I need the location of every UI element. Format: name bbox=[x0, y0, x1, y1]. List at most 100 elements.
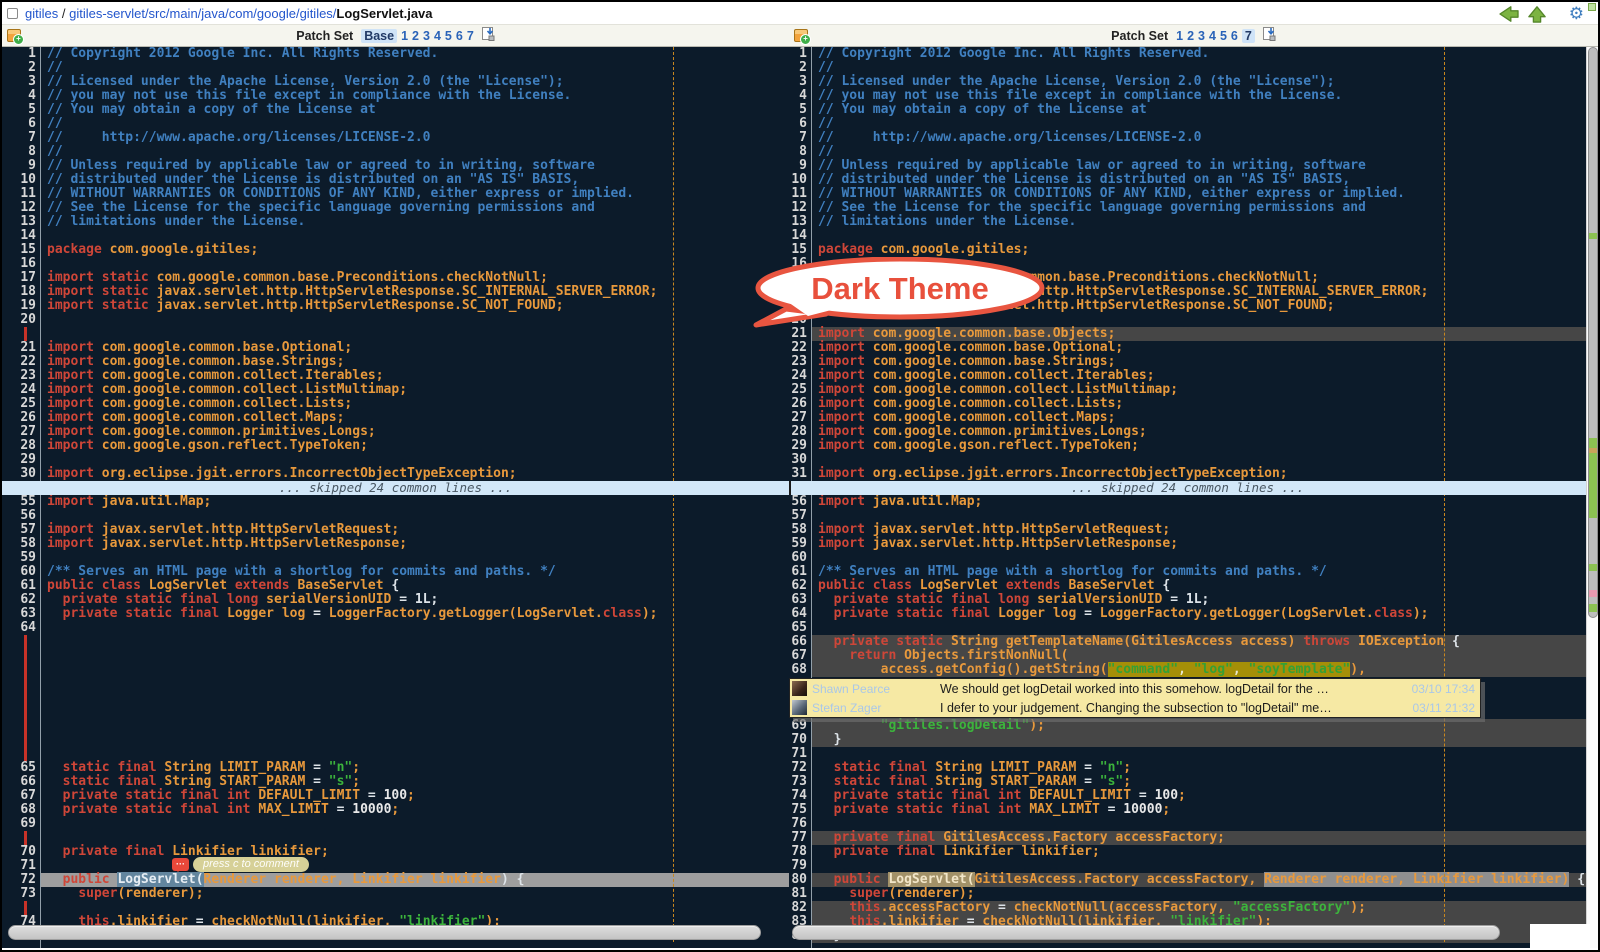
line-number[interactable]: 72 bbox=[789, 761, 807, 775]
code-row[interactable]: 30import org.eclipse.jgit.errors.Incorre… bbox=[2, 467, 789, 481]
code-row[interactable]: 70 private final Linkifier linkifier; bbox=[2, 845, 789, 859]
code-row[interactable]: 22import com.google.common.base.Strings; bbox=[2, 355, 789, 369]
code-row[interactable]: 55import java.util.Map; bbox=[2, 495, 789, 509]
patchset-link-right-7[interactable]: 7 bbox=[1242, 29, 1255, 43]
line-number[interactable]: 1 bbox=[789, 47, 807, 61]
code-row[interactable]: 64 bbox=[2, 621, 789, 635]
gear-icon[interactable]: ⚙ bbox=[1569, 6, 1584, 23]
line-number[interactable]: 65 bbox=[789, 621, 807, 635]
line-number[interactable]: 4 bbox=[789, 89, 807, 103]
code-row[interactable]: 15package com.google.gitiles; bbox=[2, 243, 789, 257]
line-number[interactable]: 13 bbox=[789, 215, 807, 229]
code-row[interactable]: 21import com.google.common.base.Optional… bbox=[2, 341, 789, 355]
line-number[interactable]: 20 bbox=[789, 313, 807, 327]
code-row[interactable]: 17import static com.google.common.base.P… bbox=[789, 271, 1586, 285]
download-icon[interactable] bbox=[1262, 27, 1276, 44]
code-row[interactable]: 66 private static String getTemplateName… bbox=[789, 635, 1586, 649]
patchset-link-right-6[interactable]: 6 bbox=[1231, 29, 1238, 43]
line-number[interactable]: 73 bbox=[789, 775, 807, 789]
line-number[interactable]: 79 bbox=[789, 859, 807, 873]
code-row[interactable]: 5// You may obtain a copy of the License… bbox=[2, 103, 789, 117]
line-number[interactable]: 23 bbox=[2, 369, 36, 383]
skipped-lines-banner[interactable]: ... skipped 24 common lines ... bbox=[789, 481, 1586, 495]
line-number[interactable]: 75 bbox=[789, 803, 807, 817]
expand-files-icon[interactable] bbox=[794, 29, 808, 42]
line-number[interactable]: 9 bbox=[2, 159, 36, 173]
code-row[interactable]: 14 bbox=[789, 229, 1586, 243]
line-number[interactable]: 2 bbox=[789, 61, 807, 75]
line-number[interactable]: 57 bbox=[2, 523, 36, 537]
code-row[interactable]: 72 public LogServlet(Renderer renderer, … bbox=[2, 873, 789, 887]
line-number[interactable]: 61 bbox=[789, 565, 807, 579]
code-row[interactable]: 9// Unless required by applicable law or… bbox=[789, 159, 1586, 173]
code-row[interactable]: 61/** Serves an HTML page with a shortlo… bbox=[789, 565, 1586, 579]
line-number[interactable]: 66 bbox=[2, 775, 36, 789]
code-row[interactable]: 15package com.google.gitiles; bbox=[789, 243, 1586, 257]
line-number[interactable]: 28 bbox=[2, 439, 36, 453]
code-row[interactable]: 29import com.google.gson.reflect.TypeTok… bbox=[789, 439, 1586, 453]
patchset-link-right-5[interactable]: 5 bbox=[1220, 29, 1227, 43]
code-row[interactable]: 30 bbox=[789, 453, 1586, 467]
code-row[interactable]: 16 bbox=[789, 257, 1586, 271]
line-number[interactable]: 23 bbox=[789, 355, 807, 369]
code-row[interactable]: 76 bbox=[789, 817, 1586, 831]
line-number[interactable]: 12 bbox=[2, 201, 36, 215]
line-number[interactable]: 9 bbox=[789, 159, 807, 173]
line-number[interactable]: 18 bbox=[2, 285, 36, 299]
line-number[interactable]: 72 bbox=[2, 873, 36, 887]
patchset-link-right-4[interactable]: 4 bbox=[1209, 29, 1216, 43]
breadcrumb-project-link[interactable]: gitiles bbox=[25, 6, 58, 21]
patchset-link-left-7[interactable]: 7 bbox=[467, 29, 474, 43]
line-number[interactable]: 20 bbox=[2, 313, 36, 327]
line-number[interactable]: 21 bbox=[2, 341, 36, 355]
code-row[interactable]: 13// limitations under the License. bbox=[789, 215, 1586, 229]
line-number[interactable]: 59 bbox=[2, 551, 36, 565]
line-number[interactable]: 71 bbox=[789, 747, 807, 761]
line-number[interactable]: 71 bbox=[2, 859, 36, 873]
code-row[interactable]: 63 private static final long serialVersi… bbox=[789, 593, 1586, 607]
line-number[interactable]: 3 bbox=[2, 75, 36, 89]
line-number[interactable]: 10 bbox=[2, 173, 36, 187]
line-number[interactable]: 69 bbox=[2, 817, 36, 831]
code-row[interactable]: 56import java.util.Map; bbox=[789, 495, 1586, 509]
line-number[interactable]: 11 bbox=[789, 187, 807, 201]
line-number[interactable]: 10 bbox=[789, 173, 807, 187]
line-number[interactable]: 60 bbox=[789, 551, 807, 565]
comment-entry[interactable]: Stefan ZagerI defer to your judgement. C… bbox=[790, 698, 1480, 717]
line-number[interactable]: 64 bbox=[2, 621, 36, 635]
line-number[interactable]: 22 bbox=[2, 355, 36, 369]
code-row[interactable]: 19import static javax.servlet.http.HttpS… bbox=[2, 299, 789, 313]
code-row[interactable]: 2// bbox=[789, 61, 1586, 75]
code-row[interactable]: 21import com.google.common.base.Objects; bbox=[789, 327, 1586, 341]
line-number[interactable]: 66 bbox=[789, 635, 807, 649]
line-number[interactable]: 81 bbox=[789, 887, 807, 901]
code-row[interactable]: 58import javax.servlet.http.HttpServletR… bbox=[2, 537, 789, 551]
code-row[interactable]: 57import javax.servlet.http.HttpServletR… bbox=[2, 523, 789, 537]
line-number[interactable]: 58 bbox=[2, 537, 36, 551]
line-number[interactable]: 65 bbox=[2, 761, 36, 775]
line-number[interactable]: 56 bbox=[2, 509, 36, 523]
file-reviewed-checkbox[interactable] bbox=[7, 8, 18, 19]
code-row[interactable]: 23import com.google.common.collect.Itera… bbox=[2, 369, 789, 383]
code-row[interactable]: 24import com.google.common.collect.Itera… bbox=[789, 369, 1586, 383]
code-row[interactable]: 18import static javax.servlet.http.HttpS… bbox=[2, 285, 789, 299]
line-number[interactable]: 63 bbox=[789, 593, 807, 607]
code-row[interactable]: 75 private static final int MAX_LIMIT = … bbox=[789, 803, 1586, 817]
code-row[interactable]: 28import com.google.common.primitives.Lo… bbox=[789, 425, 1586, 439]
code-row[interactable]: 10// distributed under the License is di… bbox=[2, 173, 789, 187]
code-row[interactable]: 27import com.google.common.primitives.Lo… bbox=[2, 425, 789, 439]
code-row[interactable]: 26import com.google.common.collect.Lists… bbox=[789, 397, 1586, 411]
line-number[interactable]: 63 bbox=[2, 607, 36, 621]
expand-files-icon[interactable] bbox=[7, 29, 21, 42]
patchset-link-right-2[interactable]: 2 bbox=[1187, 29, 1194, 43]
code-row[interactable]: 74 private static final int DEFAULT_LIMI… bbox=[789, 789, 1586, 803]
line-number[interactable]: 19 bbox=[2, 299, 36, 313]
code-row[interactable]: 6// bbox=[789, 117, 1586, 131]
line-number[interactable]: 24 bbox=[789, 369, 807, 383]
skipped-lines-banner[interactable]: ... skipped 24 common lines ... bbox=[2, 481, 789, 495]
line-number[interactable]: 16 bbox=[2, 257, 36, 271]
code-row[interactable]: 25import com.google.common.collect.ListM… bbox=[789, 383, 1586, 397]
line-number[interactable]: 19 bbox=[789, 299, 807, 313]
code-row[interactable]: 67 return Objects.firstNonNull( bbox=[789, 649, 1586, 663]
line-number[interactable]: 67 bbox=[2, 789, 36, 803]
